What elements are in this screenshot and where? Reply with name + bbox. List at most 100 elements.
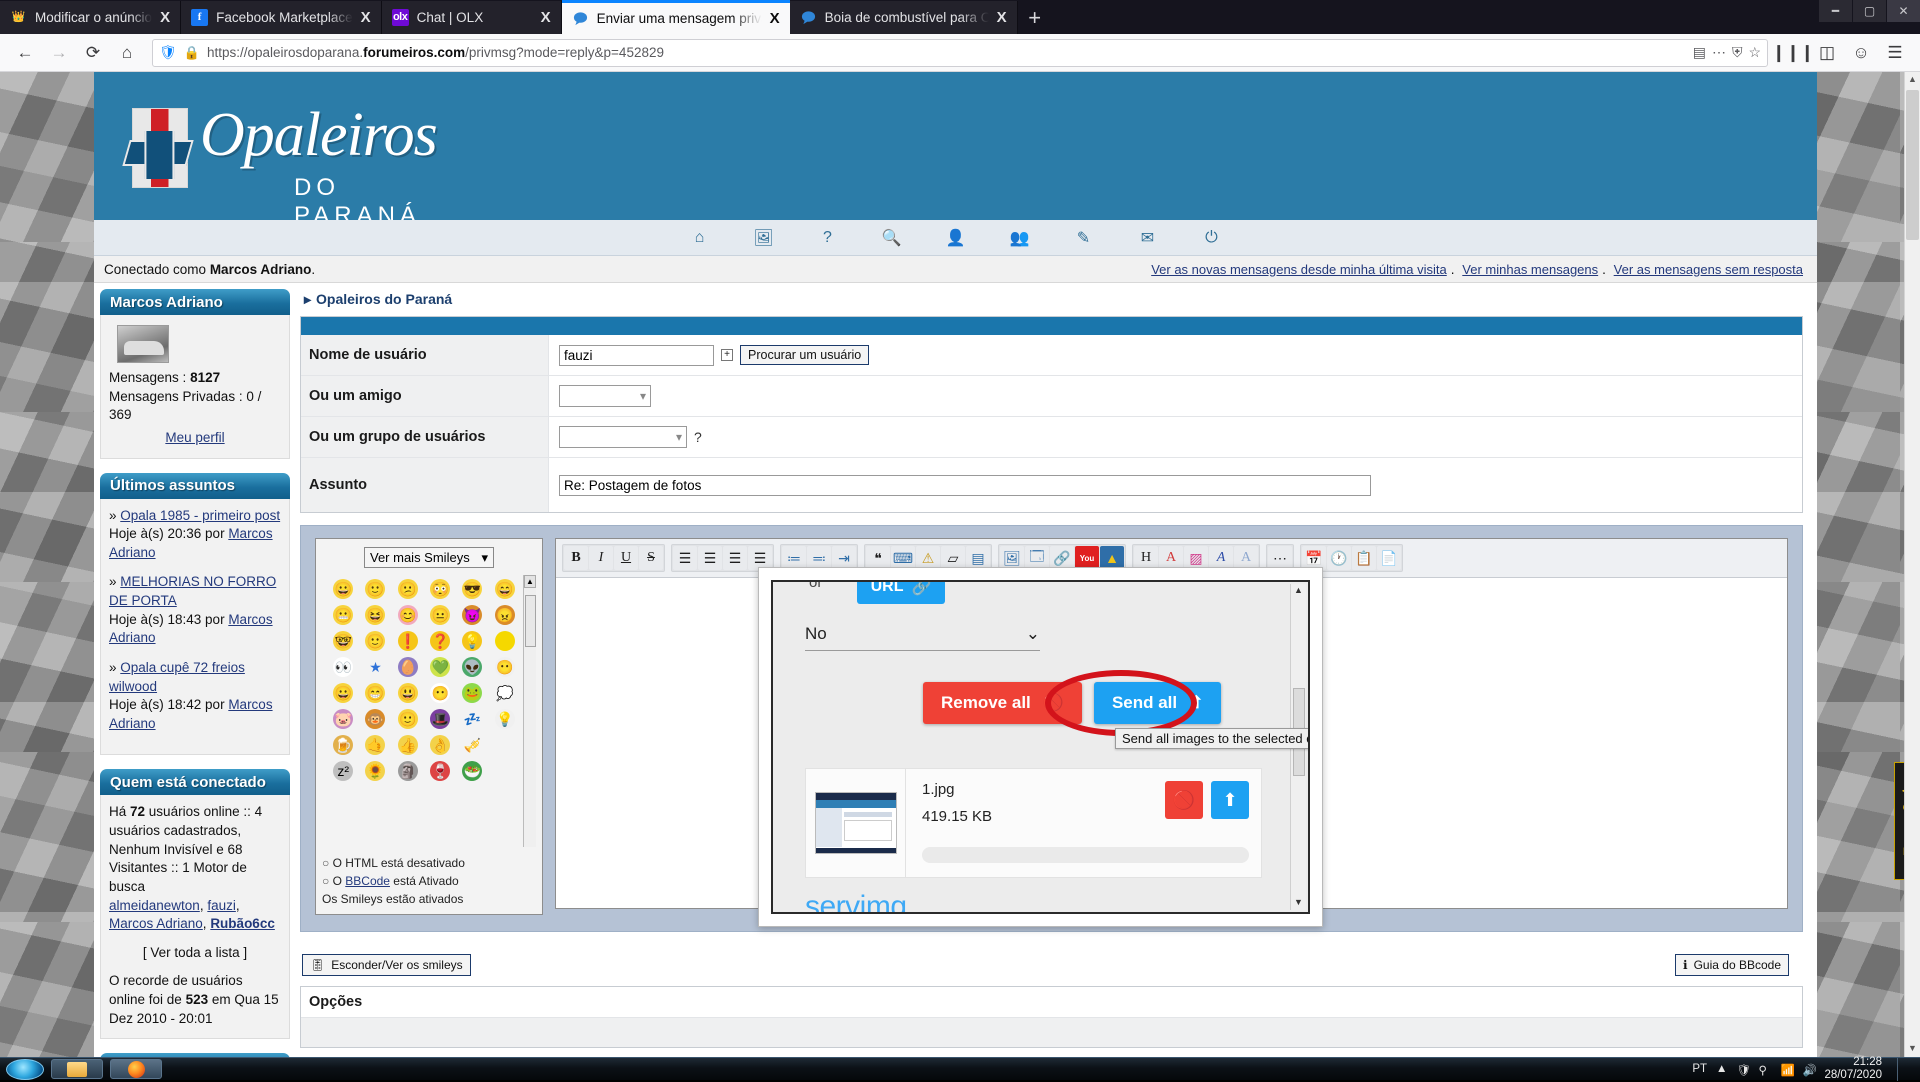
scroll-up-icon[interactable]: ▲ — [1905, 72, 1920, 88]
lock-icon[interactable]: 🔒 — [184, 45, 200, 61]
remove-file-button[interactable]: 🚫 — [1165, 781, 1203, 819]
antivirus-icon[interactable]: 🛡 — [1736, 1063, 1751, 1077]
smiley-icon[interactable]: 😆 — [365, 605, 386, 625]
browser-tab-1[interactable]: 👑 Modificar o anúncio X — [0, 1, 182, 34]
underline-icon[interactable]: U — [614, 546, 638, 570]
bbcode-link[interactable]: BBCode — [345, 874, 390, 888]
smiley-icon[interactable]: 👀 — [333, 657, 354, 677]
upload-file-button[interactable]: ⬆ — [1211, 781, 1249, 819]
more-icon[interactable]: ⋯ — [1712, 44, 1726, 61]
smiley-icon[interactable]: 👌 — [430, 735, 451, 755]
link-new-messages[interactable]: Ver as novas mensagens desde minha últim… — [1151, 262, 1447, 277]
align-left-icon[interactable]: ☰ — [673, 546, 697, 570]
topic-link[interactable]: Opala cupê 72 freios wilwood — [109, 660, 245, 694]
paste-icon[interactable]: 📋 — [1352, 546, 1376, 570]
network-icon[interactable]: 📶 — [1780, 1063, 1794, 1077]
strikethrough-icon[interactable]: S — [639, 546, 663, 570]
scroll-up-icon[interactable]: ▲ — [1291, 584, 1306, 598]
clock-icon[interactable]: 🕐 — [1327, 546, 1351, 570]
tab-close-icon[interactable]: X — [156, 9, 174, 27]
online-user-link[interactable]: Rubão6cc — [210, 916, 275, 931]
bbcode-guide-button[interactable]: ℹ Guia do BBcode — [1675, 954, 1789, 976]
scroll-thumb[interactable] — [525, 595, 536, 647]
volume-icon[interactable]: 🔊 — [1802, 1063, 1816, 1077]
scroll-up-icon[interactable]: ▲ — [524, 575, 536, 588]
link-my-messages[interactable]: Ver minhas mensagens — [1462, 262, 1598, 277]
topic-link[interactable]: Opala 1985 - primeiro post — [120, 508, 280, 523]
account-icon[interactable]: ☺ — [1844, 38, 1878, 68]
messages-icon[interactable]: ✉ — [1137, 227, 1159, 249]
online-user-link[interactable]: fauzi — [207, 898, 236, 913]
tray-expand-icon[interactable]: ▲ — [1716, 1063, 1727, 1075]
topic-link[interactable]: MELHORIAS NO FORRO DE PORTA — [109, 574, 276, 608]
hamburger-menu-icon[interactable]: ☰ — [1878, 38, 1912, 68]
faq-icon[interactable]: ? — [817, 227, 839, 249]
smiley-icon[interactable]: 🌻 — [365, 761, 386, 781]
subject-input[interactable] — [559, 474, 1371, 496]
pocket-icon[interactable]: ⛨ — [1732, 44, 1743, 61]
category-select[interactable]: No ⌄ — [805, 624, 1040, 651]
see-full-list-link[interactable]: [ Ver toda a lista ] — [109, 944, 281, 963]
home-icon[interactable]: ⌂ — [110, 38, 144, 68]
smiley-select[interactable]: Ver mais Smileys ▾ — [364, 547, 494, 568]
smiley-icon[interactable]: 🥗 — [462, 761, 483, 781]
gallery-icon[interactable]: 🖼 — [753, 227, 775, 249]
smiley-icon[interactable]: 😈 — [462, 605, 483, 625]
register-icon[interactable]: ✎ — [1073, 227, 1095, 249]
smiley-icon[interactable]: 💡 — [494, 709, 515, 729]
preview-icon[interactable]: 📄 — [1377, 546, 1401, 570]
smiley-icon[interactable]: 🥚 — [397, 657, 418, 677]
usergroup-select[interactable]: ▾ — [559, 426, 687, 448]
scroll-thumb[interactable] — [1906, 90, 1919, 240]
maximize-button[interactable]: ▢ — [1852, 0, 1886, 22]
smiley-icon[interactable]: 😊 — [397, 605, 418, 625]
smiley-icon[interactable]: 💡 — [462, 631, 483, 651]
clock[interactable]: 21:28 28/07/2020 — [1824, 1056, 1882, 1081]
smiley-icon[interactable]: 🙂 — [365, 631, 386, 651]
browser-tab-3[interactable]: olx Chat | OLX X — [381, 1, 562, 34]
library-icon[interactable]: ❙❙❙ — [1772, 38, 1815, 68]
smiley-icon[interactable] — [494, 631, 515, 651]
smiley-icon[interactable] — [495, 761, 515, 781]
smiley-icon[interactable]: 👍 — [397, 735, 418, 755]
bold-icon[interactable]: B — [564, 546, 588, 570]
smiley-icon[interactable]: 🐸 — [462, 683, 483, 703]
smiley-icon[interactable]: 🙂 — [397, 709, 418, 729]
align-right-icon[interactable]: ☰ — [723, 546, 747, 570]
smiley-icon[interactable]: 🐵 — [365, 709, 386, 729]
smiley-icon[interactable]: 🎺 — [462, 735, 482, 755]
smiley-icon[interactable] — [495, 735, 515, 755]
smiley-icon[interactable]: 😕 — [397, 579, 418, 599]
send-all-button[interactable]: Send all ⬆ — [1093, 682, 1222, 724]
smiley-icon[interactable]: 😶 — [430, 683, 451, 703]
show-desktop-button[interactable] — [1897, 1057, 1906, 1081]
smiley-icon[interactable]: 🍷 — [430, 761, 451, 781]
find-user-button[interactable]: Procurar um usuário — [740, 345, 870, 365]
hide-smileys-button[interactable]: 🎚 Esconder/Ver os smileys — [302, 954, 471, 976]
help-icon[interactable]: ? — [694, 429, 702, 445]
reader-view-icon[interactable]: ▤ — [1693, 44, 1706, 61]
smiley-icon[interactable]: 🤓 — [333, 631, 354, 651]
smiley-icon[interactable]: 🎩 — [430, 709, 451, 729]
back-arrow-icon[interactable]: ← — [8, 38, 42, 68]
smiley-icon[interactable]: 🙂 — [365, 579, 386, 599]
smiley-icon[interactable]: 🤙 — [365, 735, 386, 755]
browser-tab-2[interactable]: f Facebook Marketplace X — [181, 1, 382, 34]
home-icon[interactable]: ⌂ — [689, 227, 711, 249]
new-tab-button[interactable]: + — [1018, 2, 1052, 34]
smiley-icon[interactable]: 💚 — [430, 657, 451, 677]
forward-arrow-icon[interactable]: → — [42, 38, 76, 68]
smiley-icon[interactable]: 😳 — [430, 579, 451, 599]
expand-plus-icon[interactable]: + — [721, 349, 733, 361]
browser-tab-5[interactable]: Boia de combustível para Opala X — [789, 1, 1018, 34]
language-indicator[interactable]: PT — [1692, 1063, 1707, 1075]
page-scrollbar[interactable]: ▲ ▼ — [1904, 72, 1920, 1057]
sidebar-icon[interactable]: ◫ — [1810, 38, 1844, 68]
reload-icon[interactable]: ⟳ — [76, 38, 110, 68]
tab-close-icon[interactable]: X — [537, 9, 555, 27]
friend-select[interactable]: ▾ — [559, 385, 651, 407]
smiley-icon[interactable]: ❗ — [397, 631, 418, 651]
profile-icon[interactable]: 👤 — [945, 227, 967, 249]
taskbar-item-firefox[interactable] — [110, 1059, 162, 1079]
smiley-icon[interactable]: 🐷 — [333, 709, 354, 729]
